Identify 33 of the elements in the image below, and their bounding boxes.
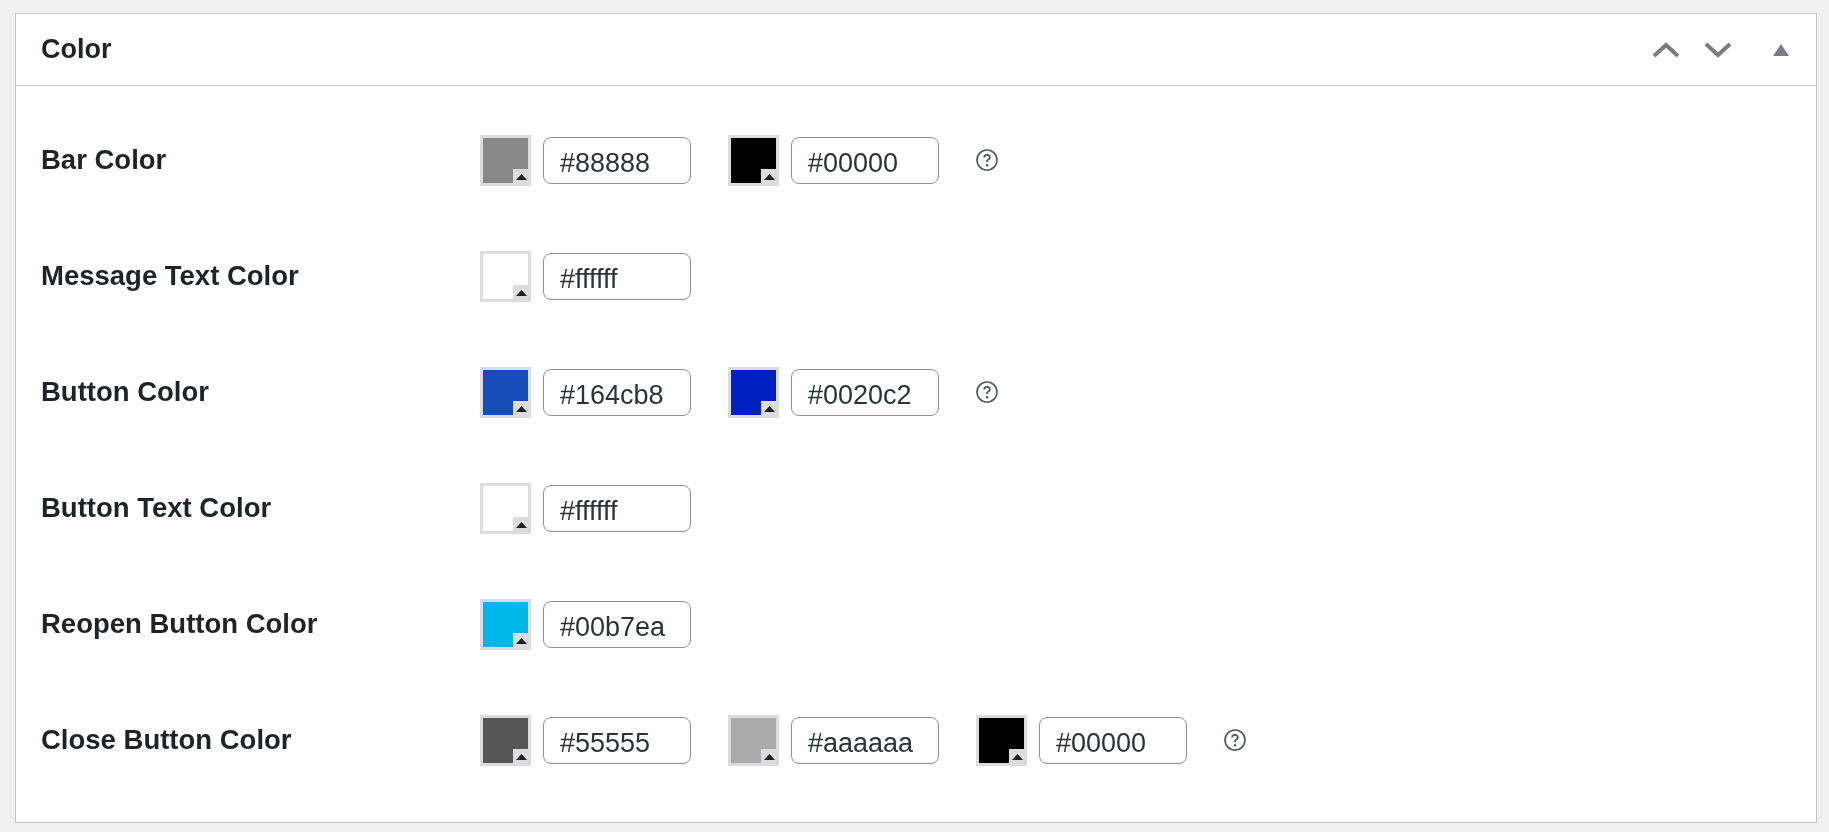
hex-value-field[interactable]: #0020c2 (791, 368, 939, 416)
caret-up-icon (1773, 43, 1789, 56)
setting-label: Button Color (41, 376, 210, 408)
hex-value-field[interactable]: #00000 (791, 136, 939, 184)
hex-value-field[interactable]: #aaaaaa (791, 716, 939, 764)
hex-value-field[interactable]: #ffffff (543, 484, 691, 532)
panel-title: Color (41, 36, 113, 63)
setting-label: Close Button Color (41, 724, 293, 756)
hex-value-field[interactable]: #88888 (543, 136, 691, 184)
setting-label: Message Text Color (41, 260, 300, 292)
help-icon[interactable] (976, 149, 998, 171)
caret-icon (516, 521, 527, 528)
caret-icon (764, 405, 775, 412)
setting-label: Reopen Button Color (41, 608, 319, 640)
caret-icon (516, 753, 527, 760)
caret-icon (516, 289, 527, 296)
caret-icon (764, 753, 775, 760)
hex-value-field[interactable]: #ffffff (543, 252, 691, 300)
help-icon[interactable] (976, 381, 998, 403)
hex-value-field[interactable]: #164cb8 (543, 368, 691, 416)
caret-icon (516, 173, 527, 180)
caret-icon (516, 637, 527, 644)
caret-icon (764, 173, 775, 180)
hex-value-field[interactable]: #00b7ea (543, 600, 691, 648)
hex-value-field[interactable]: #55555 (543, 716, 691, 764)
help-icon[interactable] (1224, 729, 1246, 751)
setting-label: Button Text Color (41, 492, 273, 524)
caret-icon (1012, 753, 1023, 760)
hex-value-field[interactable]: #00000 (1039, 716, 1187, 764)
caret-icon (516, 405, 527, 412)
chevron-up-icon (1652, 41, 1680, 58)
setting-label: Bar Color (41, 144, 168, 176)
chevron-down-icon (1704, 41, 1732, 58)
